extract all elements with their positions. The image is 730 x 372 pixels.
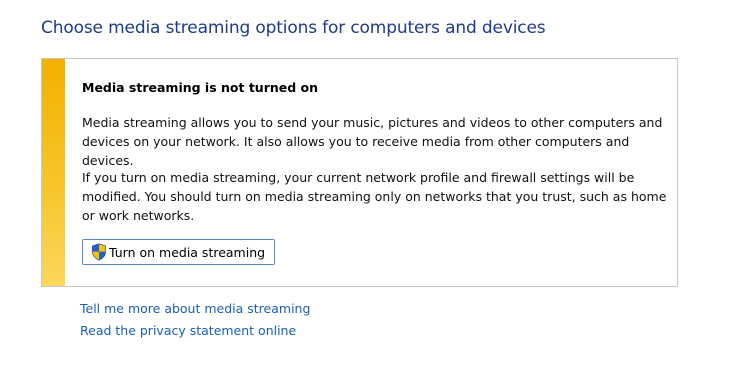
notice-warning-text: If you turn on media streaming, your cur… — [82, 170, 667, 223]
media-streaming-notice-panel: Media streaming is not turned on Media s… — [41, 58, 678, 287]
warning-stripe — [42, 59, 65, 286]
privacy-statement-link[interactable]: Read the privacy statement online — [80, 323, 296, 338]
tell-me-more-link[interactable]: Tell me more about media streaming — [80, 301, 310, 316]
notice-description: Media streaming allows you to send your … — [82, 115, 663, 168]
turn-on-media-streaming-button[interactable]: Turn on media streaming — [82, 239, 276, 265]
turn-on-media-streaming-label: Turn on media streaming — [109, 244, 266, 260]
media-streaming-options-page: Choose media streaming options for compu… — [0, 0, 730, 372]
page-title: Choose media streaming options for compu… — [41, 18, 546, 38]
notice-heading: Media streaming is not turned on — [82, 80, 319, 95]
uac-shield-icon — [92, 243, 106, 261]
